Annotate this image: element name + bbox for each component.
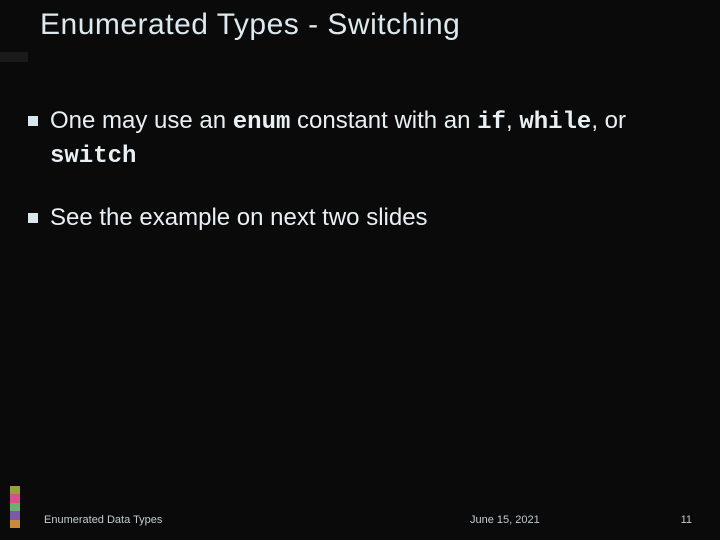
stripe-icon	[10, 503, 20, 511]
bullet-text: One may use an enum constant with an if,…	[50, 105, 690, 174]
stripe-icon	[10, 494, 20, 502]
slide-footer: Enumerated Data Types June 15, 2021 11	[0, 508, 720, 528]
text-run: See the example on next two slides	[50, 204, 428, 231]
slide: Enumerated Types - Switching One may use…	[0, 0, 720, 540]
text-run: ,	[506, 107, 519, 134]
title-accent-bar	[0, 52, 28, 62]
stripe-icon	[10, 511, 20, 519]
text-run: One may use an	[50, 107, 233, 134]
list-item: See the example on next two slides	[28, 202, 690, 234]
footer-topic: Enumerated Data Types	[44, 514, 162, 526]
code-run: switch	[50, 143, 136, 170]
text-run: constant with an	[290, 107, 477, 134]
slide-content: One may use an enum constant with an if,…	[28, 105, 690, 262]
code-run: if	[477, 109, 506, 136]
accent-stripes	[10, 486, 20, 528]
bullet-text: See the example on next two slides	[50, 202, 690, 234]
text-run: , or	[591, 107, 626, 134]
slide-title: Enumerated Types - Switching	[40, 8, 700, 42]
code-run: enum	[233, 109, 291, 136]
stripe-icon	[10, 520, 20, 528]
code-run: while	[519, 109, 591, 136]
footer-page-number: 11	[681, 514, 692, 526]
footer-date: June 15, 2021	[470, 514, 540, 526]
list-item: One may use an enum constant with an if,…	[28, 105, 690, 174]
bullet-icon	[28, 213, 38, 223]
stripe-icon	[10, 486, 20, 494]
bullet-icon	[28, 116, 38, 126]
